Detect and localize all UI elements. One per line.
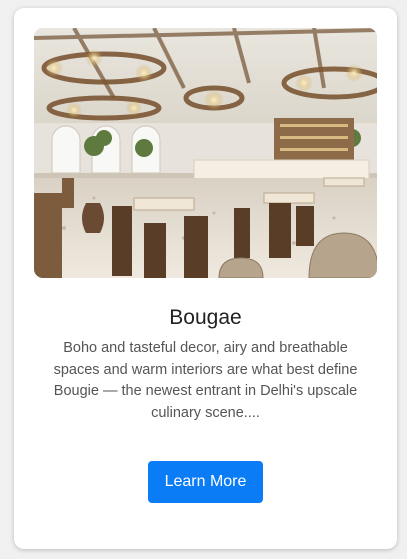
restaurant-photo <box>34 28 377 278</box>
card-title: Bougae <box>169 306 242 329</box>
card-description: Boho and tasteful decor, airy and breath… <box>53 340 358 421</box>
learn-more-button[interactable]: Learn More <box>148 461 263 503</box>
restaurant-card: Bougae Boho and tasteful decor, airy and… <box>14 8 397 549</box>
